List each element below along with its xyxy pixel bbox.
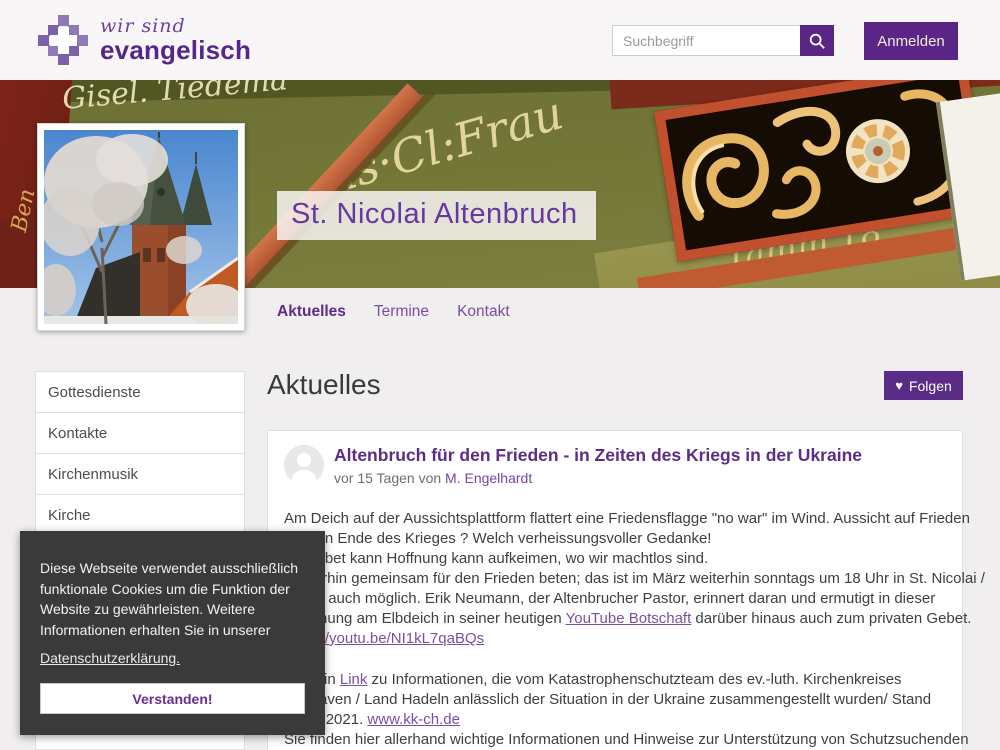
inline-link[interactable]: Link	[340, 671, 368, 688]
page: wir sind evangelisch Anmelden Gisel. Tie…	[0, 0, 1000, 750]
article-text-line: und ein Ende des Krieges ? Welch verheis…	[284, 530, 946, 550]
sidebar-item-kirche[interactable]: Kirche	[36, 495, 244, 536]
cookie-text-line: Informationen erhalten Sie in unserer	[40, 620, 305, 641]
article-meta: vor 15 Tagen von M. Engelhardt	[334, 470, 946, 486]
article-text-line: Weiterhin gemeinsam für den Frieden bete…	[284, 570, 946, 590]
article-text-line: https://youtu.be/NI1kL7qaBQs	[284, 630, 946, 650]
text-segment: online auch möglich. Erik Neumann, der A…	[284, 590, 935, 607]
cross-logo-icon	[38, 15, 88, 65]
church-photo	[44, 130, 238, 324]
text-segment: zu Informationen, die vom Katastrophensc…	[367, 671, 901, 688]
article-text-line: Sie finden hier allerhand wichtige Infor…	[284, 731, 946, 750]
main-heading: Aktuelles	[267, 369, 381, 401]
text-segment: und ein Ende des Krieges ? Welch verheis…	[284, 530, 711, 547]
login-button[interactable]: Anmelden	[864, 22, 958, 60]
cookie-banner: Diese Webseite verwendet ausschließlichf…	[20, 531, 325, 735]
article-paragraph: Hier ein Link zu Informationen, die vom …	[284, 671, 946, 750]
author-avatar	[284, 445, 324, 485]
cookie-text-line: Diese Webseite verwendet ausschließlich	[40, 558, 305, 579]
logo-tagline: wir sind	[100, 17, 251, 36]
search-input[interactable]	[612, 25, 800, 56]
tab-aktuelles[interactable]: Aktuelles	[277, 303, 346, 321]
tab-kontakt[interactable]: Kontakt	[457, 303, 510, 321]
article-paragraph: Am Deich auf der Aussichtsplattform flat…	[284, 510, 946, 650]
privacy-policy-link[interactable]: Datenschutzerklärung.	[40, 650, 180, 666]
article-text-line: Begehung am Elbdeich in seiner heutigen …	[284, 610, 946, 630]
follow-button[interactable]: ♥ Folgen	[884, 371, 963, 400]
article-card: Altenbruch für den Frieden - in Zeiten d…	[267, 430, 963, 750]
page-title: St. Nicolai Altenbruch	[291, 198, 578, 230]
hero-paint-stripe	[245, 90, 435, 288]
tab-termine[interactable]: Termine	[374, 303, 429, 321]
article-text-line: Am Deich auf der Aussichtsplattform flat…	[284, 510, 946, 530]
parish-profile-image	[37, 123, 245, 331]
article-author-link[interactable]: M. Engelhardt	[445, 470, 532, 486]
search-bar	[612, 25, 834, 56]
text-segment: Begehung am Elbdeich in seiner heutigen	[284, 610, 566, 627]
text-segment: Weiterhin gemeinsam für den Frieden bete…	[284, 570, 985, 587]
text-segment: Am Deich auf der Aussichtsplattform flat…	[284, 510, 970, 527]
inline-link[interactable]: www.kk-ch.de	[367, 711, 460, 728]
cookie-text-line: funktionale Cookies um die Funktion der	[40, 579, 305, 600]
hero-title-box: St. Nicolai Altenbruch	[277, 191, 596, 240]
cookie-accept-button[interactable]: Verstanden!	[40, 683, 305, 714]
article-meta-prefix: vor 15 Tagen von	[334, 470, 445, 486]
inline-link[interactable]: YouTube Botschaft	[566, 610, 692, 627]
hero-paint-stripe	[223, 83, 426, 288]
sidebar-item-gottesdienste[interactable]: Gottesdienste	[36, 372, 244, 413]
article-title[interactable]: Altenbruch für den Frieden - in Zeiten d…	[334, 445, 946, 467]
text-segment: darüber hinaus auch zum privaten Gebet.	[691, 610, 971, 627]
search-icon	[808, 32, 826, 50]
article-text-line: Cuxhaven / Land Hadeln anlässlich der Si…	[284, 691, 946, 711]
text-segment: Im Gebet kann Hoffnung kann aufkeimen, w…	[284, 550, 708, 567]
section-tabbar: Aktuelles Termine Kontakt	[277, 303, 510, 321]
article-text-line: Im Gebet kann Hoffnung kann aufkeimen, w…	[284, 550, 946, 570]
article-text-line: online auch möglich. Erik Neumann, der A…	[284, 590, 946, 610]
cookie-text: Diese Webseite verwendet ausschließlichf…	[40, 558, 305, 640]
heart-icon: ♥	[895, 379, 903, 392]
sidebar-item-kontakte[interactable]: Kontakte	[36, 413, 244, 454]
search-button[interactable]	[800, 25, 834, 56]
site-logo[interactable]: wir sind evangelisch	[38, 15, 251, 65]
cookie-text-line: Website zu gewährleisten. Weitere	[40, 599, 305, 620]
sidebar-item-kirchenmusik[interactable]: Kirchenmusik	[36, 454, 244, 495]
header: wir sind evangelisch Anmelden	[0, 0, 1000, 80]
article-text-line: 15.03.2021. www.kk-ch.de	[284, 711, 946, 731]
article-body: Am Deich auf der Aussichtsplattform flat…	[284, 510, 946, 750]
article-text-line: Hier ein Link zu Informationen, die vom …	[284, 671, 946, 691]
person-icon	[284, 445, 324, 485]
follow-label: Folgen	[909, 378, 952, 394]
text-segment: Cuxhaven / Land Hadeln anlässlich der Si…	[284, 691, 931, 708]
logo-brand: evangelisch	[100, 37, 251, 63]
text-segment: Sie finden hier allerhand wichtige Infor…	[284, 731, 969, 748]
